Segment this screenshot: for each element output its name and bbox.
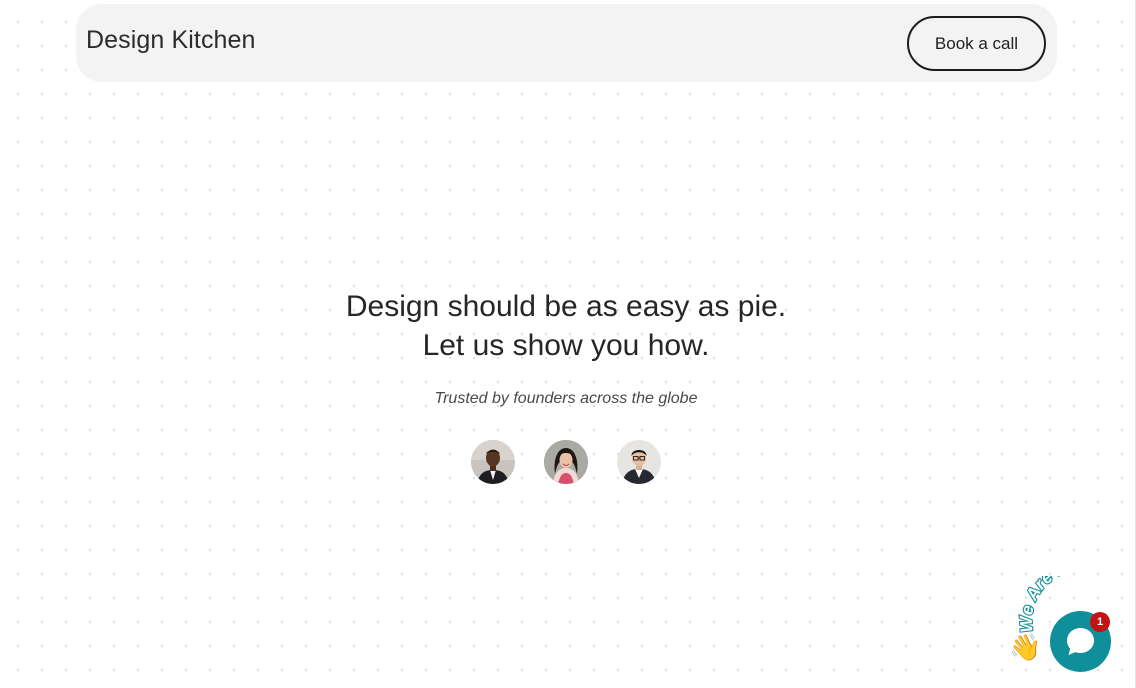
chat-bubble-icon	[1067, 628, 1094, 655]
founder-avatar-2	[544, 440, 588, 484]
brand-logo-text[interactable]: Design Kitchen	[86, 26, 256, 55]
book-a-call-button[interactable]: Book a call	[907, 16, 1046, 71]
unread-count-badge: 1	[1090, 612, 1110, 632]
founder-avatar-3	[617, 440, 661, 484]
navbar: Design Kitchen Book a call	[76, 4, 1057, 82]
waving-hand-icon: 👋	[1009, 632, 1042, 662]
hero-heading: Design should be as easy as pie. Let us …	[0, 287, 1132, 365]
chat-widget[interactable]: We Are Here! 👋 1	[1005, 576, 1136, 688]
founder-avatar-1	[471, 440, 515, 484]
hero-heading-line-2: Let us show you how.	[422, 329, 710, 362]
hero-tagline: Trusted by founders across the globe	[434, 390, 698, 407]
hero-heading-line-1: Design should be as easy as pie.	[345, 290, 787, 323]
